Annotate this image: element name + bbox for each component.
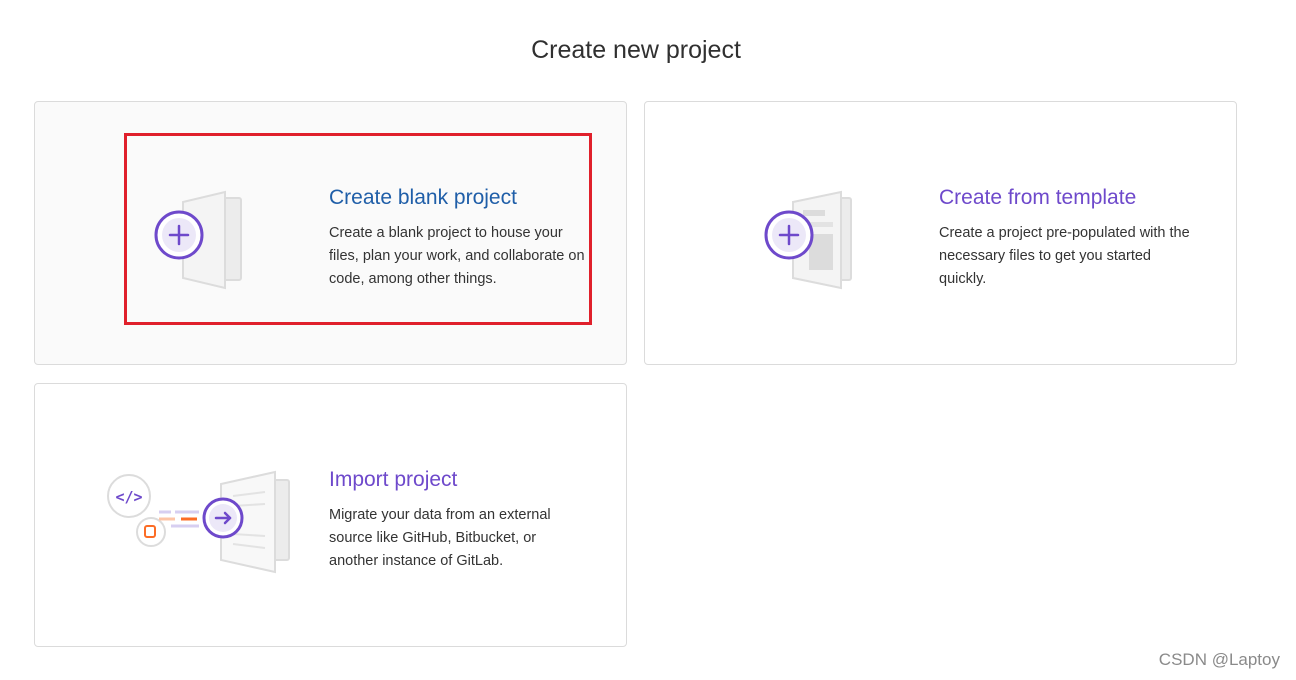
page-title: Create new project [531, 36, 741, 64]
create-blank-project-description: Create a blank project to house your fil… [329, 225, 585, 287]
import-project-description: Migrate your data from an external sourc… [329, 507, 551, 569]
create-from-template-description: Create a project pre-populated with the … [939, 225, 1190, 287]
watermark: CSDN @Laptoy [1158, 650, 1280, 669]
template-document-icon [764, 190, 852, 290]
import-project-card[interactable]: </> Import project Migrate your data fro… [34, 383, 627, 647]
import-arrow-icon: </> [107, 470, 290, 574]
create-project-page: Create new project Create blank project … [0, 0, 1296, 680]
plus-document-icon [154, 190, 242, 290]
create-from-template-card[interactable]: Create from template Create a project pr… [644, 101, 1237, 365]
create-from-template-title[interactable]: Create from template [939, 185, 1199, 211]
import-project-title[interactable]: Import project [329, 467, 589, 493]
svg-text:</>: </> [115, 488, 142, 506]
create-blank-project-title[interactable]: Create blank project [329, 185, 589, 211]
create-blank-project-card[interactable]: Create blank project Create a blank proj… [34, 101, 627, 365]
